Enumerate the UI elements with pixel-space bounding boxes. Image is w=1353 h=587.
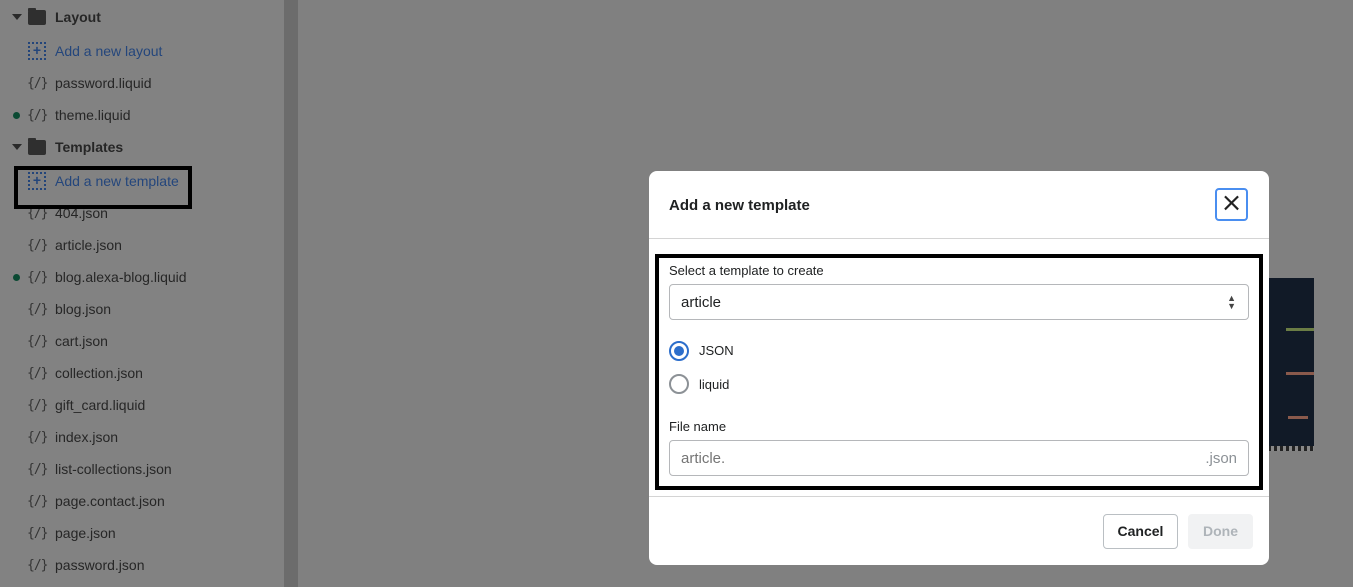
cancel-button[interactable]: Cancel xyxy=(1103,514,1178,549)
select-arrows-icon: ▲ ▼ xyxy=(1227,293,1236,311)
item-label: Layout xyxy=(55,9,101,25)
item-label: list-collections.json xyxy=(55,461,172,477)
radio-json-label[interactable]: JSON xyxy=(699,343,734,358)
highlight-box xyxy=(14,166,192,209)
item-label: Templates xyxy=(55,139,124,155)
liquid-file-icon: {/} xyxy=(27,365,48,381)
item-label: blog.json xyxy=(55,301,112,317)
liquid-file-icon: {/} xyxy=(27,461,48,477)
item-label: password.liquid xyxy=(55,75,152,91)
radio-json[interactable] xyxy=(669,341,689,361)
liquid-file-icon: {/} xyxy=(27,493,48,509)
close-button[interactable]: × xyxy=(1215,188,1248,221)
radio-liquid[interactable] xyxy=(669,374,689,394)
sidebar-scrollbar[interactable] xyxy=(284,0,298,587)
liquid-file-icon: {/} xyxy=(27,525,48,541)
liquid-file-icon: {/} xyxy=(27,75,48,91)
item-label: collection.json xyxy=(55,365,143,381)
item-label: article.json xyxy=(55,237,122,253)
folder-icon xyxy=(28,7,46,25)
dialog-title: Add a new template xyxy=(669,197,810,214)
liquid-file-icon: {/} xyxy=(27,557,48,573)
liquid-file-icon: {/} xyxy=(27,107,48,123)
done-button[interactable]: Done xyxy=(1188,514,1253,549)
liquid-file-icon: {/} xyxy=(27,333,48,349)
dialog-header: Add a new template × xyxy=(649,171,1269,239)
modified-dot-icon xyxy=(13,273,20,281)
item-label: blog.alexa-blog.liquid xyxy=(55,269,187,285)
select-label: Select a template to create xyxy=(669,263,824,278)
item-label: cart.json xyxy=(55,333,108,349)
file-name-field[interactable]: .json xyxy=(669,440,1249,476)
liquid-file-icon: {/} xyxy=(27,397,48,413)
liquid-file-icon: {/} xyxy=(27,269,48,285)
background-pattern xyxy=(1262,446,1314,451)
file-name-input[interactable] xyxy=(681,450,1161,467)
file-name-label: File name xyxy=(669,419,727,434)
item-label: theme.liquid xyxy=(55,107,131,123)
file-tree-sidebar: Layout + Add a new layout {/} password.liqui… xyxy=(0,0,284,587)
add-file-icon: + xyxy=(28,42,46,60)
caret-down-icon[interactable] xyxy=(12,14,22,20)
file-name-suffix: .json xyxy=(1205,450,1237,467)
caret-down-icon[interactable] xyxy=(12,144,22,150)
item-label: password.json xyxy=(55,557,145,573)
background-preview xyxy=(1262,278,1314,450)
item-label: gift_card.liquid xyxy=(55,397,146,413)
liquid-file-icon: {/} xyxy=(27,429,48,445)
close-icon: × xyxy=(1220,188,1243,218)
modified-dot-icon xyxy=(13,111,20,119)
item-label: Add a new layout xyxy=(55,43,163,59)
liquid-file-icon: {/} xyxy=(27,237,48,253)
template-select-value: article xyxy=(681,294,722,311)
folder-icon xyxy=(28,137,46,155)
item-label: page.json xyxy=(55,525,116,541)
template-select[interactable]: article ▲ ▼ xyxy=(669,284,1249,320)
item-label: index.json xyxy=(55,429,119,445)
add-template-dialog: Add a new template × Select a template t… xyxy=(649,171,1269,565)
dialog-footer: Cancel Done xyxy=(649,496,1269,565)
item-label: page.contact.json xyxy=(55,493,165,509)
radio-liquid-label[interactable]: liquid xyxy=(699,377,729,392)
liquid-file-icon: {/} xyxy=(27,301,48,317)
